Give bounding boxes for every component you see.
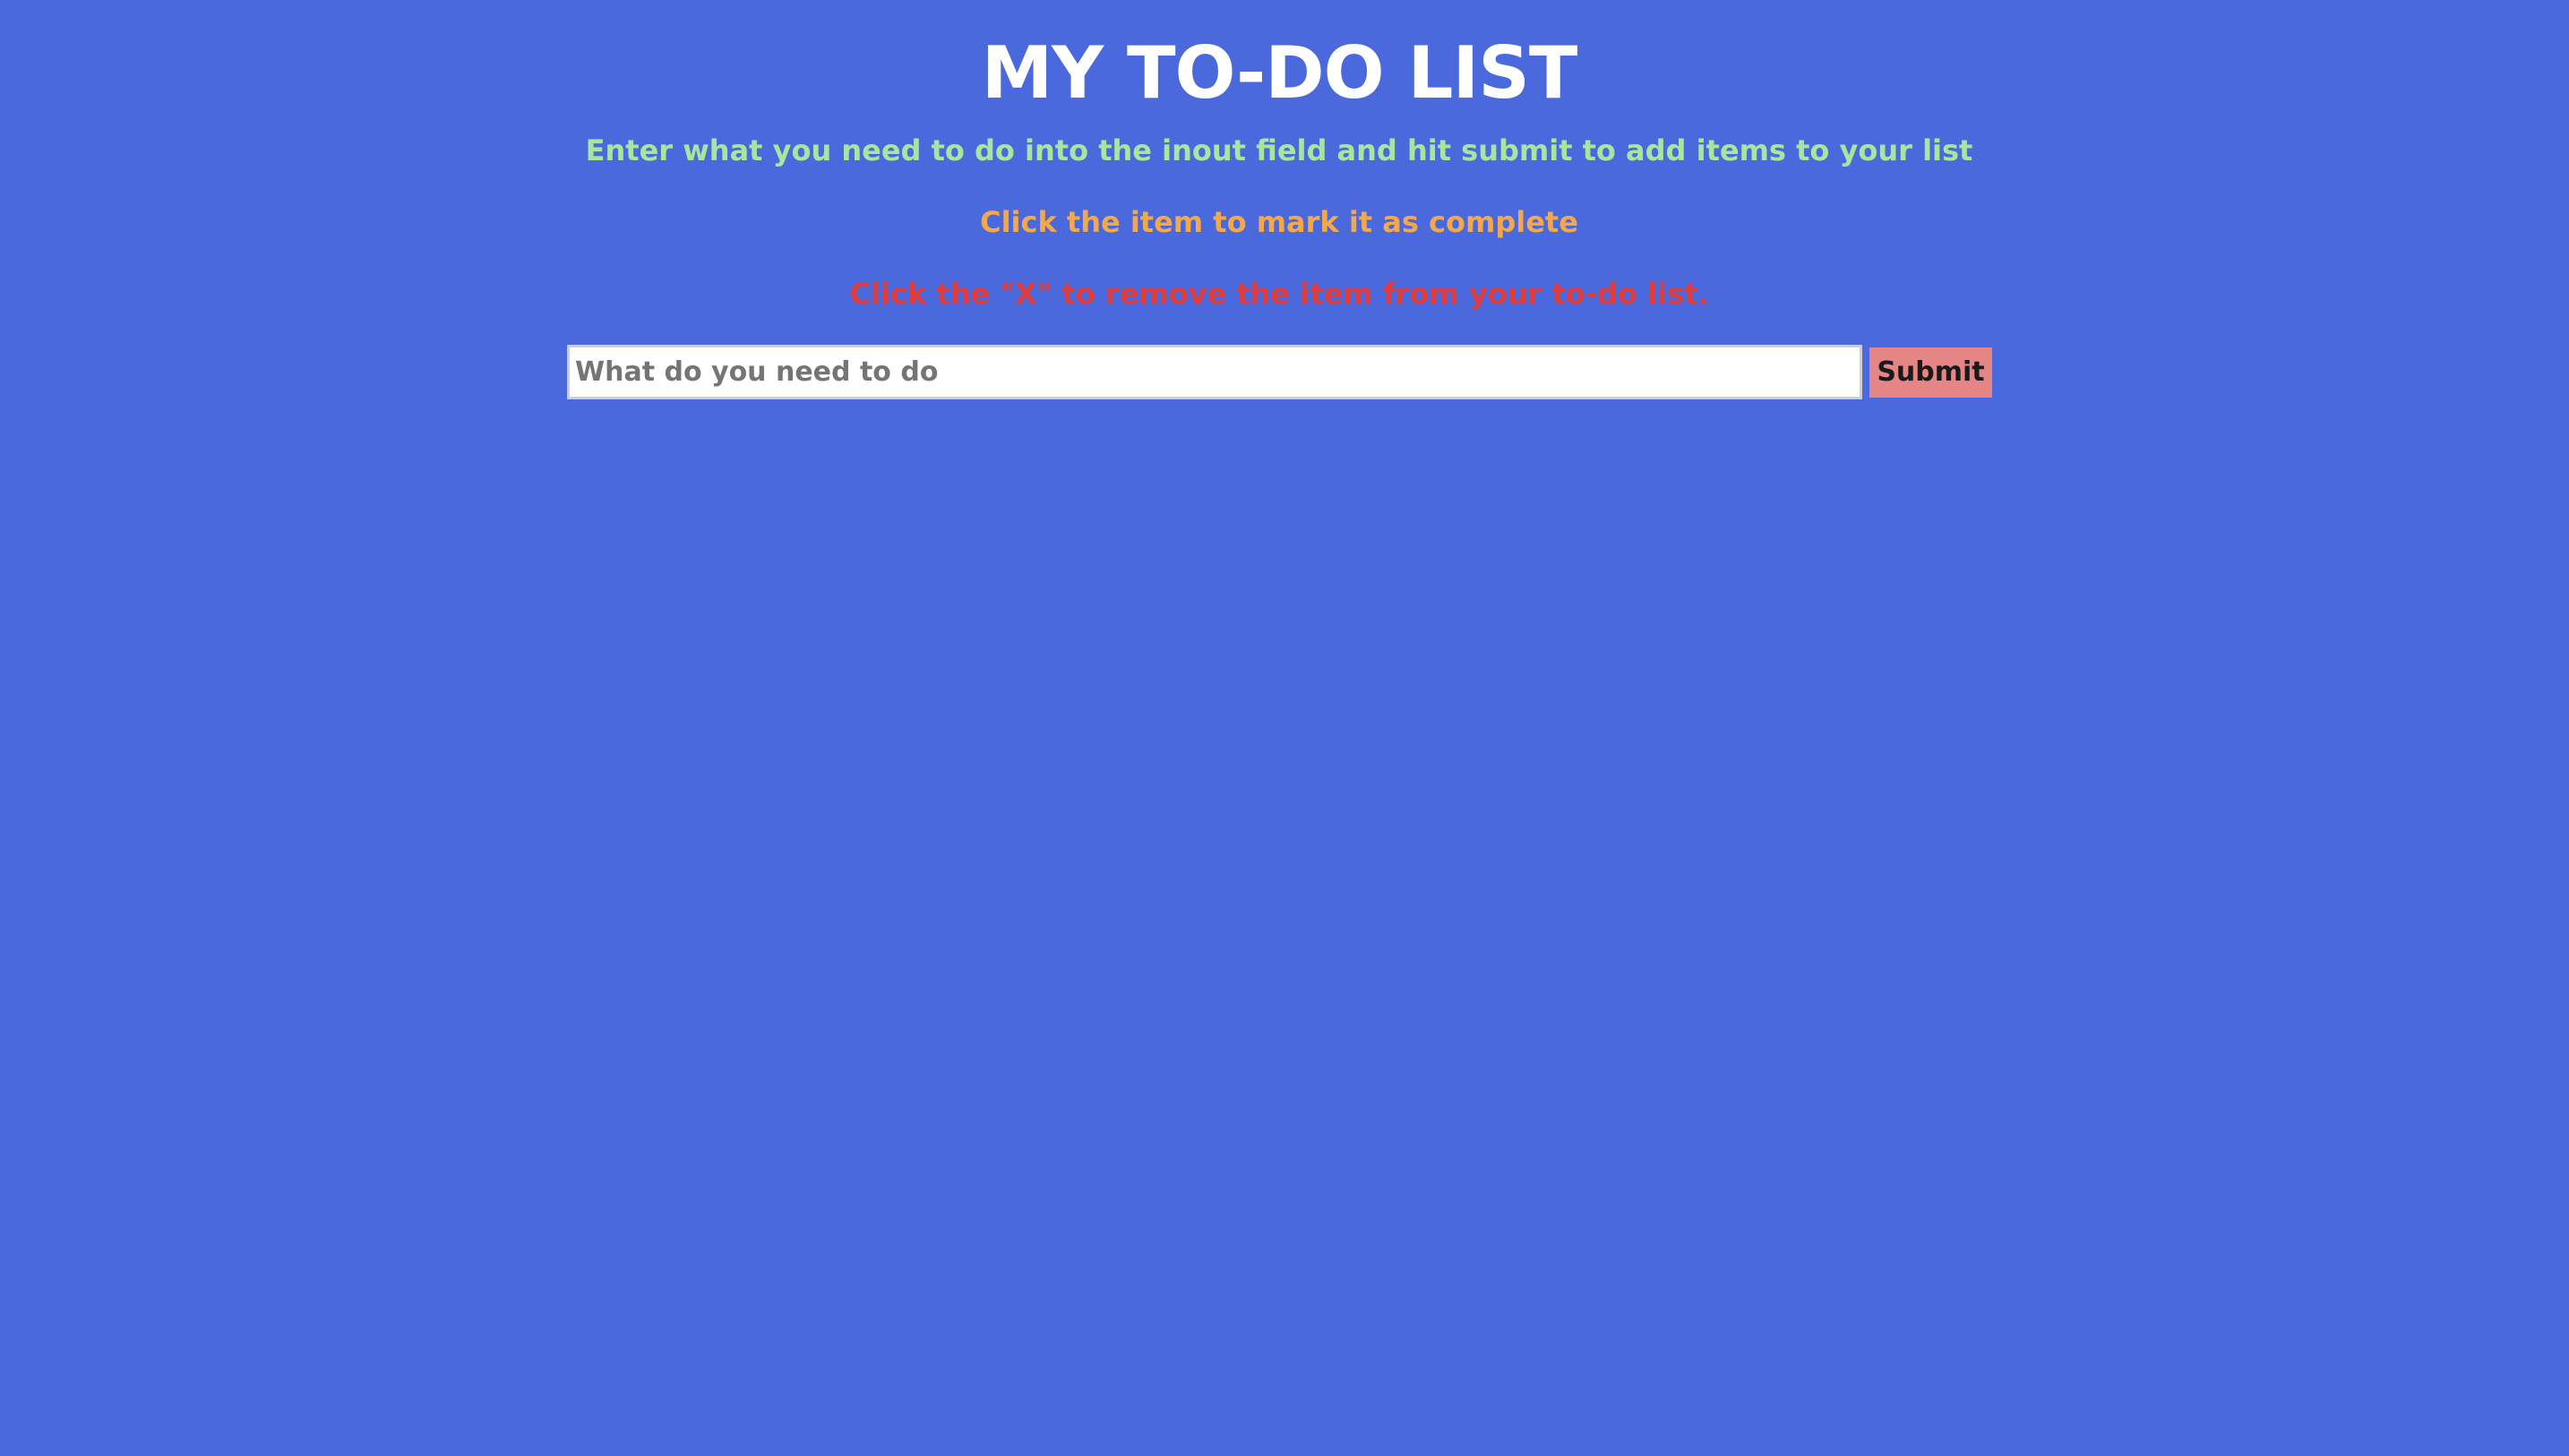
complete-item-instruction: Click the item to mark it as complete xyxy=(980,205,1578,239)
todo-app-page: MY TO-DO LIST Enter what you need to do … xyxy=(0,0,2569,1456)
page-title: MY TO-DO LIST xyxy=(981,31,1578,115)
remove-item-instruction: Click the "X" to remove the item from yo… xyxy=(849,277,1709,311)
add-item-instruction: Enter what you need to do into the inout… xyxy=(585,133,1973,167)
todo-input[interactable] xyxy=(567,345,1862,399)
add-todo-form: Submit xyxy=(567,345,1992,399)
submit-button[interactable]: Submit xyxy=(1869,347,1992,398)
